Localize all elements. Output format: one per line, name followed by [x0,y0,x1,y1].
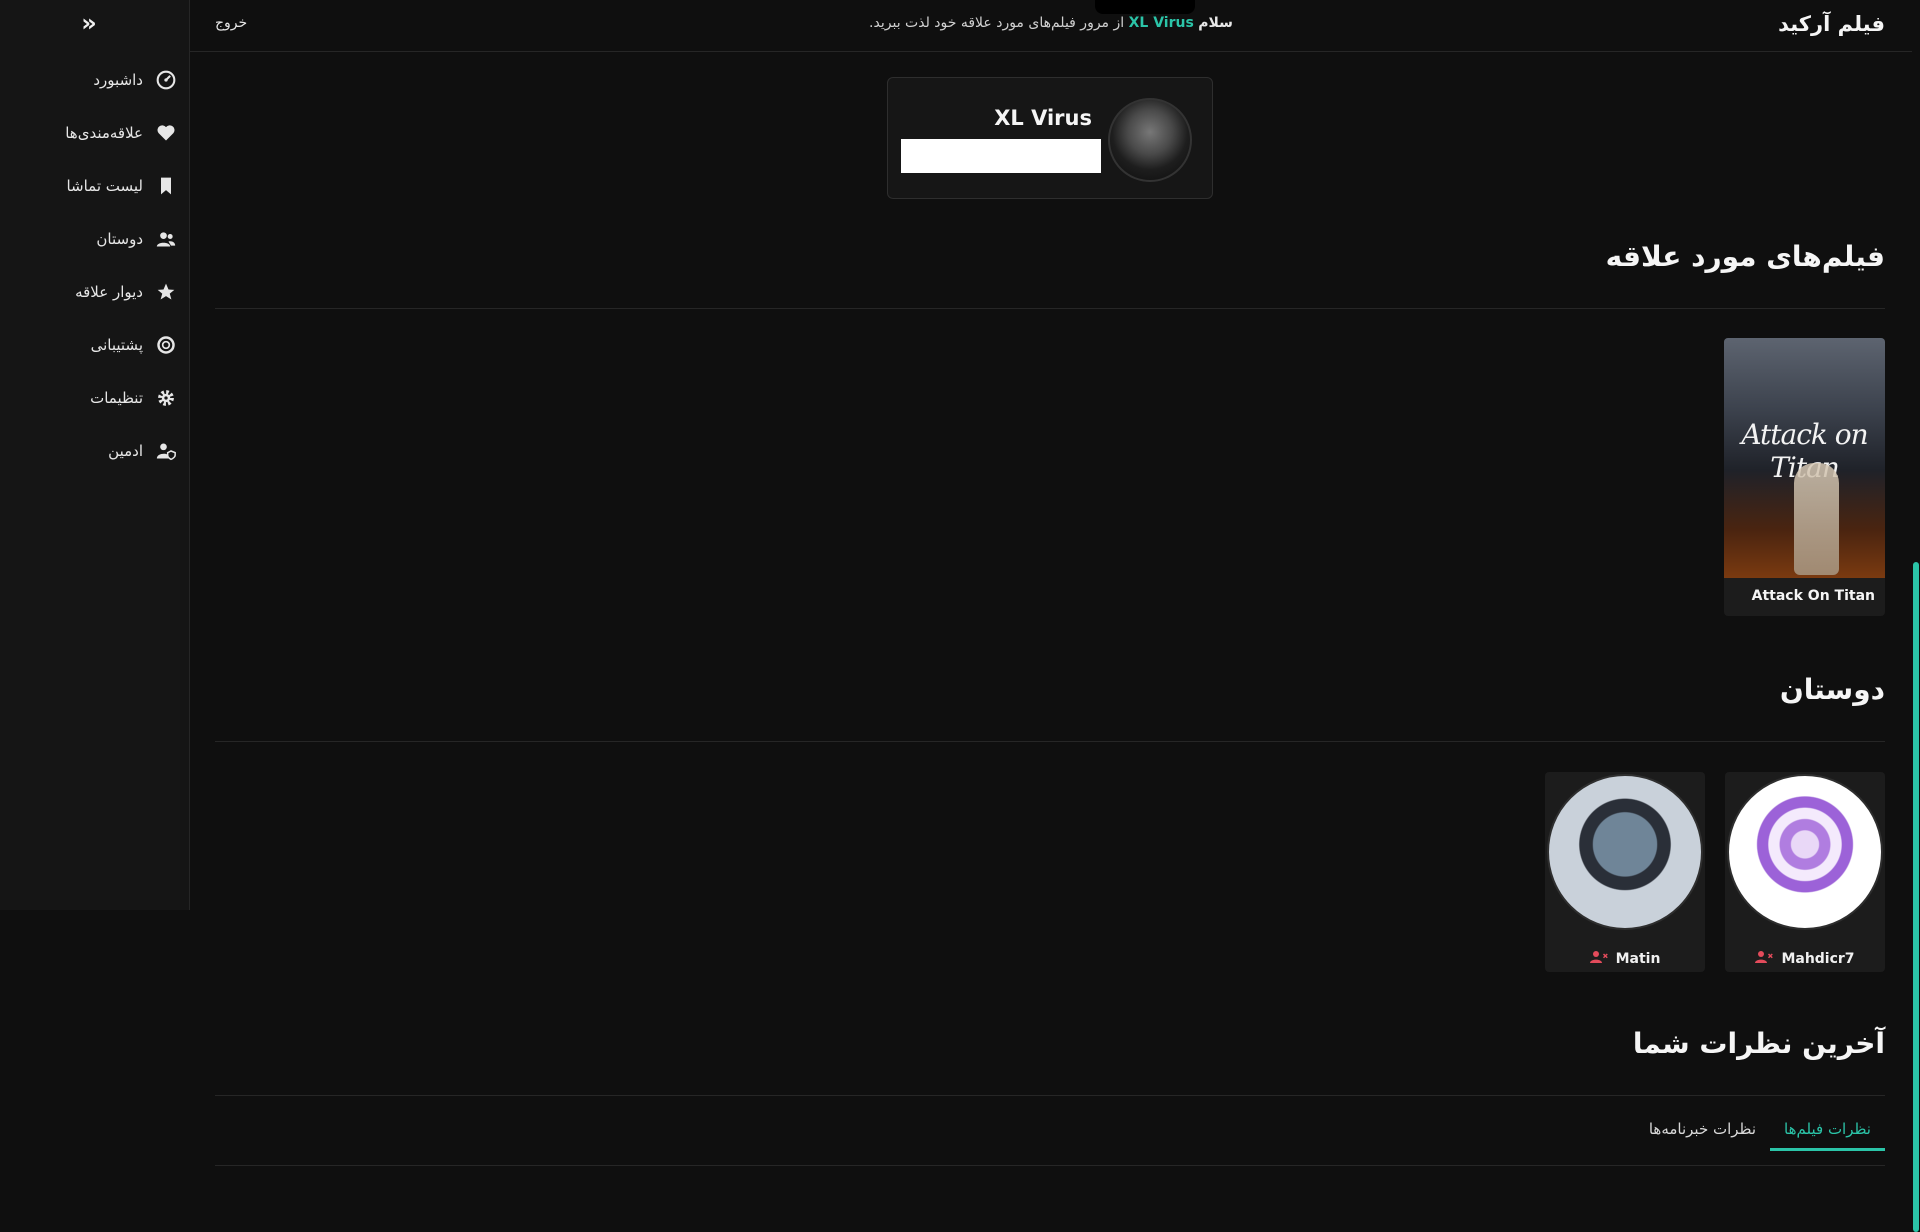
sidebar-item-interest-wall[interactable]: دیوار علاقه [75,277,177,307]
divider [215,741,1885,742]
gear-icon [155,387,177,409]
sidebar-item-label: علاقه‌مندی‌ها [65,124,143,142]
dashboard-icon [155,69,177,91]
remove-friend-icon[interactable] [1755,950,1774,968]
greeting-username: XL Virus [1128,15,1194,31]
movie-card[interactable]: Attack on Titan Attack On Titan [1724,338,1885,616]
divider [215,1095,1885,1096]
profile-info-bar [901,139,1101,173]
poster-figure [1794,463,1839,575]
sidebar-item-support[interactable]: پشتیبانی [91,330,177,360]
divider [215,308,1885,309]
comments-tabs: نظرات فیلم‌ها نظرات خبرنامه‌ها [1635,1110,1885,1151]
divider [215,1165,1885,1166]
tab-movie-comments[interactable]: نظرات فیلم‌ها [1770,1110,1885,1151]
movie-name[interactable]: Attack On Titan [1752,588,1875,604]
friends-title: دوستان [1779,673,1885,706]
sidebar-item-label: دیوار علاقه [75,283,143,301]
sidebar-item-dashboard[interactable]: داشبورد [93,65,177,95]
sidebar-item-admin[interactable]: ادمین [108,436,177,466]
sidebar-item-favorites[interactable]: علاقه‌مندی‌ها [65,118,177,148]
double-chevron-right-icon[interactable]: » [78,11,100,36]
sidebar-item-label: پشتیبانی [90,336,143,354]
users-icon [155,228,177,250]
avatar[interactable] [1547,774,1703,930]
sidebar-item-label: ادمین [108,442,143,460]
logout-link[interactable]: خروج [215,15,247,31]
friend-card[interactable]: Matin [1545,772,1705,972]
friend-footer: Mahdicr7 [1725,950,1885,968]
star-icon [155,281,177,303]
tab-newsletter-comments[interactable]: نظرات خبرنامه‌ها [1635,1110,1770,1151]
scrollbar[interactable] [1912,0,1920,1232]
greeting-suffix: از مرور فیلم‌های مورد علاقه خود لذت ببری… [869,15,1125,31]
remove-friend-icon[interactable] [1589,950,1608,968]
sidebar-item-label: تنظیمات [90,389,143,407]
profile-name: XL Virus [994,106,1092,130]
avatar[interactable] [1108,98,1192,182]
bookmark-icon [155,175,177,197]
greeting-prefix: سلام [1198,15,1233,31]
friend-card[interactable]: Mahdicr7 [1725,772,1885,972]
comments-title: آخرین نظرات شما [1632,1027,1885,1060]
heart-icon [155,122,177,144]
sidebar-item-label: داشبورد [93,71,143,89]
friend-name[interactable]: Mahdicr7 [1781,951,1854,967]
favorites-title: فیلم‌های مورد علاقه [1605,240,1885,273]
sidebar-item-watchlist[interactable]: لیست تماشا [66,171,177,201]
user-shield-icon [155,440,177,462]
sidebar-item-settings[interactable]: تنظیمات [90,383,177,413]
friend-name[interactable]: Matin [1616,951,1661,967]
scrollbar-thumb[interactable] [1913,562,1919,1232]
sidebar-item-label: دوستان [96,230,143,248]
avatar[interactable] [1727,774,1883,930]
sidebar-item-friends[interactable]: دوستان [96,224,177,254]
friend-footer: Matin [1545,950,1705,968]
sidebar-item-label: لیست تماشا [66,177,143,195]
profile-card: XL Virus [887,77,1213,199]
camera-notch [1095,0,1195,14]
topbar: فیلم آرکید سلام XL Virus از مرور فیلم‌ها… [190,0,1912,52]
sidebar: » داشبورد علاقه‌مندی‌ها لیست تماشا دوستا… [0,0,190,910]
greeting: سلام XL Virus از مرور فیلم‌های مورد علاق… [190,15,1912,31]
lifebuoy-icon [155,334,177,356]
movie-poster[interactable]: Attack on Titan [1724,338,1885,578]
